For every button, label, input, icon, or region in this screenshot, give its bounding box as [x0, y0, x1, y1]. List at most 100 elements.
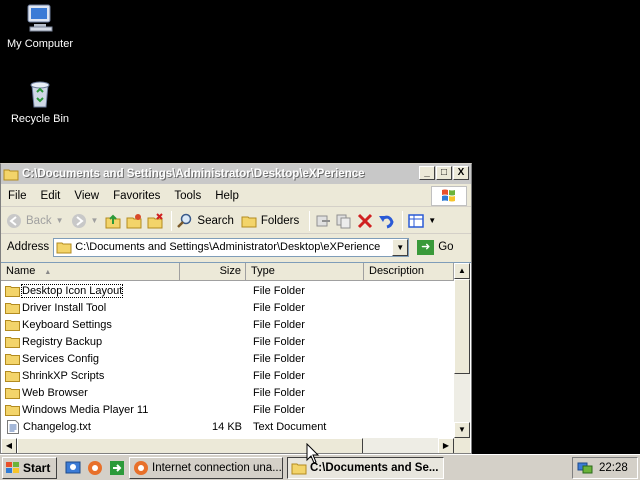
network-icon[interactable]: [577, 461, 593, 475]
menu-tools[interactable]: Tools: [167, 190, 208, 202]
mouse-cursor-icon: [306, 443, 320, 464]
move-to-icon[interactable]: [125, 213, 143, 229]
file-type: File Folder: [253, 284, 305, 297]
folders-button[interactable]: Folders: [240, 213, 299, 229]
toolbar-separator: [402, 210, 404, 231]
file-name: Changelog.txt: [23, 420, 91, 433]
scroll-right-button[interactable]: ▶: [438, 438, 454, 453]
file-name: Registry Backup: [22, 335, 103, 348]
folder-icon: [5, 319, 20, 331]
column-header-type[interactable]: Type: [246, 263, 364, 281]
address-label: Address: [7, 241, 50, 253]
toolbar-separator: [309, 210, 311, 231]
address-value: C:\Documents and Settings\Administrator\…: [75, 241, 381, 253]
table-row[interactable]: Changelog.txt 14 KB Text Document: [1, 418, 454, 435]
desktop-icon-recycle-bin[interactable]: Recycle Bin: [0, 77, 80, 125]
table-row[interactable]: Services Config File Folder: [1, 350, 454, 367]
file-type: File Folder: [253, 352, 305, 365]
menu-file[interactable]: File: [1, 190, 34, 202]
table-row[interactable]: Registry Backup File Folder: [1, 333, 454, 350]
views-button[interactable]: ▼: [407, 213, 436, 229]
file-type: File Folder: [253, 386, 305, 399]
minimize-button[interactable]: _: [419, 166, 435, 180]
search-icon: [177, 213, 192, 228]
show-desktop-icon[interactable]: [65, 460, 81, 476]
taskbar: Start Internet connection una... C:\Docu…: [0, 454, 640, 480]
maximize-button[interactable]: □: [436, 166, 452, 180]
file-type: File Folder: [253, 318, 305, 331]
folder-icon: [5, 336, 20, 348]
search-button[interactable]: Search: [176, 213, 234, 229]
quick-launch: [65, 460, 125, 476]
window-title: C:\Documents and Settings\Administrator\…: [22, 168, 365, 180]
system-tray: 22:28: [572, 457, 638, 479]
windows-logo-icon: [431, 186, 467, 206]
file-type: File Folder: [253, 403, 305, 416]
up-folder-icon[interactable]: [104, 213, 122, 229]
table-row[interactable]: Desktop Icon Layout File Folder: [1, 282, 454, 299]
close-button[interactable]: X: [453, 166, 469, 180]
taskbar-button-browser[interactable]: Internet connection una...: [129, 456, 283, 479]
move-to-folder-icon[interactable]: [314, 213, 332, 229]
task-label: Internet connection una...: [152, 461, 282, 474]
chevron-down-icon[interactable]: ▼: [91, 216, 99, 225]
chevron-down-icon: ▼: [428, 216, 437, 225]
file-name: Driver Install Tool: [22, 301, 107, 314]
back-label: Back: [26, 214, 52, 227]
file-size: 14 KB: [212, 420, 242, 433]
file-name: Desktop Icon Layout: [20, 283, 124, 298]
address-input[interactable]: C:\Documents and Settings\Administrator\…: [53, 237, 410, 257]
search-label: Search: [197, 214, 234, 227]
undo-icon[interactable]: [377, 213, 395, 229]
folder-icon: [5, 285, 20, 297]
horizontal-scrollbar[interactable]: ◀ ▶: [1, 438, 454, 453]
delete-icon[interactable]: [356, 213, 374, 229]
menu-help[interactable]: Help: [208, 190, 246, 202]
vertical-scrollbar[interactable]: ▲ ▼: [454, 263, 470, 438]
file-name: Web Browser: [22, 386, 88, 399]
folder-icon: [5, 387, 20, 399]
column-header-size[interactable]: Size: [180, 263, 246, 281]
views-icon: [408, 213, 424, 228]
forward-arrow-icon: [71, 213, 86, 228]
forward-button[interactable]: ▼: [70, 213, 99, 229]
file-name: ShrinkXP Scripts: [22, 369, 105, 382]
scroll-down-button[interactable]: ▼: [454, 422, 470, 438]
table-row[interactable]: Windows Media Player 11 File Folder: [1, 401, 454, 418]
scroll-up-button[interactable]: ▲: [454, 263, 470, 279]
vertical-scroll-thumb[interactable]: [454, 279, 470, 374]
table-row[interactable]: Driver Install Tool File Folder: [1, 299, 454, 316]
windows-flag-icon: [6, 461, 19, 473]
media-player-icon[interactable]: [109, 460, 125, 476]
go-button[interactable]: ➜ Go: [417, 239, 454, 255]
folders-icon: [241, 216, 257, 227]
menu-edit[interactable]: Edit: [34, 190, 68, 202]
explorer-window: C:\Documents and Settings\Administrator\…: [0, 163, 472, 454]
desktop-icon-my-computer[interactable]: My Computer: [0, 2, 80, 50]
clock[interactable]: 22:28: [599, 462, 628, 474]
menu-view[interactable]: View: [67, 190, 106, 202]
address-dropdown-button[interactable]: ▼: [392, 238, 409, 256]
file-type: File Folder: [253, 301, 305, 314]
column-header-description[interactable]: Description: [364, 263, 454, 281]
scroll-left-button[interactable]: ◀: [1, 438, 17, 453]
go-label: Go: [438, 241, 454, 253]
title-bar[interactable]: C:\Documents and Settings\Administrator\…: [1, 164, 471, 184]
toolbar: Back ▼ ▼ Search Folders ▼: [1, 208, 471, 234]
chevron-down-icon[interactable]: ▼: [56, 216, 64, 225]
start-label: Start: [23, 460, 51, 475]
table-row[interactable]: ShrinkXP Scripts File Folder: [1, 367, 454, 384]
desktop-icon-label: My Computer: [6, 38, 74, 50]
table-row[interactable]: Keyboard Settings File Folder: [1, 316, 454, 333]
delete-folder-icon[interactable]: [146, 212, 164, 229]
browser-icon[interactable]: [87, 460, 103, 476]
copy-to-folder-icon[interactable]: [335, 213, 353, 229]
folder-icon: [5, 353, 20, 365]
start-button[interactable]: Start: [2, 456, 57, 479]
file-name: Windows Media Player 11: [22, 403, 149, 416]
my-computer-icon: [24, 2, 56, 34]
table-row[interactable]: Web Browser File Folder: [1, 384, 454, 401]
menu-favorites[interactable]: Favorites: [106, 190, 167, 202]
column-header-name[interactable]: Name ▲: [1, 263, 180, 281]
back-button[interactable]: Back ▼: [5, 213, 64, 229]
